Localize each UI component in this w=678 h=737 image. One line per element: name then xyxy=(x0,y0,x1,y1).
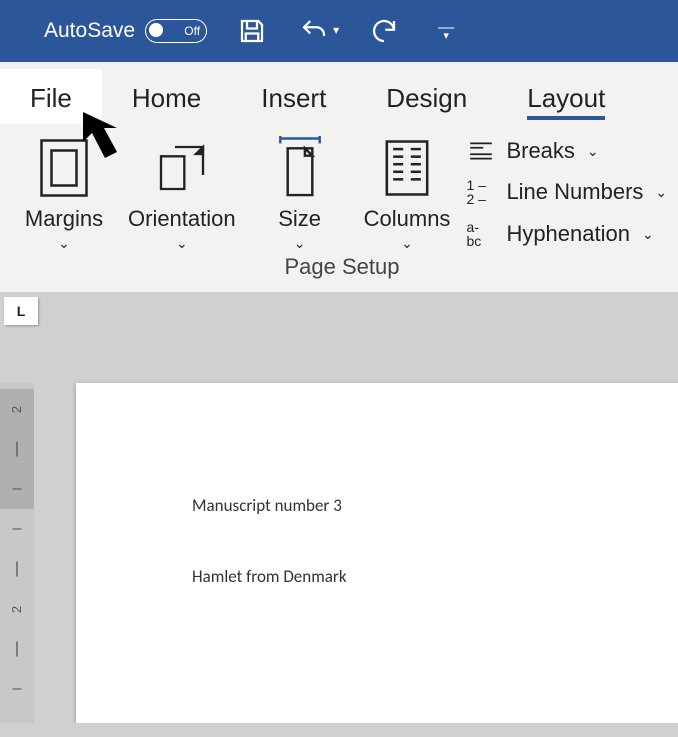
tab-design-label: Design xyxy=(386,83,467,113)
size-icon xyxy=(277,134,323,202)
chevron-down-icon: ⌄ xyxy=(58,236,70,250)
tab-insert-label: Insert xyxy=(261,83,326,113)
ruler-mark: 2 xyxy=(9,605,24,612)
orientation-label: Orientation xyxy=(128,206,236,232)
ruler-mark: | xyxy=(15,441,19,457)
chevron-down-icon: ⌄ xyxy=(642,226,654,243)
size-label: Size xyxy=(278,206,321,232)
breaks-button[interactable]: Breaks ⌄ xyxy=(466,138,667,164)
breaks-label: Breaks xyxy=(506,138,574,164)
save-icon[interactable] xyxy=(235,14,269,48)
columns-button[interactable]: Columns ⌄ xyxy=(352,134,463,250)
ruler-mark: | xyxy=(15,641,19,657)
ruler-mark: – xyxy=(13,681,22,697)
tab-home-label: Home xyxy=(132,83,201,113)
ruler-mark: – xyxy=(13,481,22,497)
page-viewport: Manuscript number 3 Hamlet from Denmark xyxy=(34,323,678,723)
margins-icon xyxy=(38,134,90,202)
document-area: 2 | – – | 2 | – Manuscript number 3 Haml… xyxy=(0,323,678,723)
columns-icon xyxy=(384,134,430,202)
tab-file[interactable]: File xyxy=(0,69,102,124)
chevron-down-icon: ⌄ xyxy=(294,236,306,250)
line-numbers-label: Line Numbers xyxy=(506,179,643,205)
chevron-down-icon: ▾ xyxy=(333,23,339,37)
tab-layout-label: Layout xyxy=(527,83,605,113)
autosave-toggle[interactable]: AutoSave Off xyxy=(44,19,207,43)
tab-file-label: File xyxy=(30,83,72,113)
undo-button[interactable]: ▾ xyxy=(297,14,339,48)
columns-label: Columns xyxy=(364,206,451,232)
ruler-mark: 2 xyxy=(9,405,24,412)
ribbon-group-name: Page Setup xyxy=(12,254,672,280)
page-setup-more: Breaks ⌄ 1 –2 – Line Numbers ⌄ a-bc Hyph… xyxy=(462,134,671,250)
document-line[interactable]: Manuscript number 3 xyxy=(192,495,678,516)
tab-stop-label: L xyxy=(17,303,26,319)
breaks-icon xyxy=(466,140,496,162)
autosave-label: AutoSave xyxy=(44,19,135,43)
margins-button[interactable]: Margins ⌄ xyxy=(12,134,116,250)
ribbon-tabs: File Home Insert Design Layout xyxy=(0,62,678,124)
chevron-down-icon: ⌄ xyxy=(587,143,599,160)
hyphenation-label: Hyphenation xyxy=(506,221,630,247)
ruler-mark: – xyxy=(13,521,22,537)
autosave-switch[interactable]: Off xyxy=(145,19,207,43)
margins-label: Margins xyxy=(25,206,103,232)
hyphenation-button[interactable]: a-bc Hyphenation ⌄ xyxy=(466,220,667,248)
chevron-down-icon: ⌄ xyxy=(176,236,188,250)
document-page[interactable]: Manuscript number 3 Hamlet from Denmark xyxy=(76,383,678,723)
autosave-state: Off xyxy=(184,24,200,38)
orientation-icon xyxy=(154,134,210,202)
ribbon: Margins ⌄ Orientation ⌄ Size ⌄ Columns ⌄… xyxy=(0,124,678,293)
size-button[interactable]: Size ⌄ xyxy=(248,134,352,250)
line-numbers-button[interactable]: 1 –2 – Line Numbers ⌄ xyxy=(466,178,667,206)
orientation-button[interactable]: Orientation ⌄ xyxy=(116,134,248,250)
undo-icon xyxy=(297,14,331,48)
line-numbers-icon: 1 –2 – xyxy=(466,178,496,206)
tab-stop-selector[interactable]: L xyxy=(4,297,38,325)
title-bar: AutoSave Off ▾ —▾ xyxy=(0,0,678,62)
chevron-down-icon: ⌄ xyxy=(401,236,413,250)
customize-qat-icon[interactable]: —▾ xyxy=(429,14,463,48)
document-line[interactable]: Hamlet from Denmark xyxy=(192,566,678,587)
tab-insert[interactable]: Insert xyxy=(231,69,356,124)
ruler-row: L xyxy=(0,293,678,323)
hyphenation-icon: a-bc xyxy=(466,220,496,248)
vertical-ruler[interactable]: 2 | – – | 2 | – xyxy=(0,383,34,723)
chevron-down-icon: ⌄ xyxy=(655,184,667,201)
tab-design[interactable]: Design xyxy=(356,69,497,124)
tab-layout[interactable]: Layout xyxy=(497,69,635,124)
tab-home[interactable]: Home xyxy=(102,69,231,124)
redo-icon[interactable] xyxy=(367,14,401,48)
ruler-mark: | xyxy=(15,561,19,577)
